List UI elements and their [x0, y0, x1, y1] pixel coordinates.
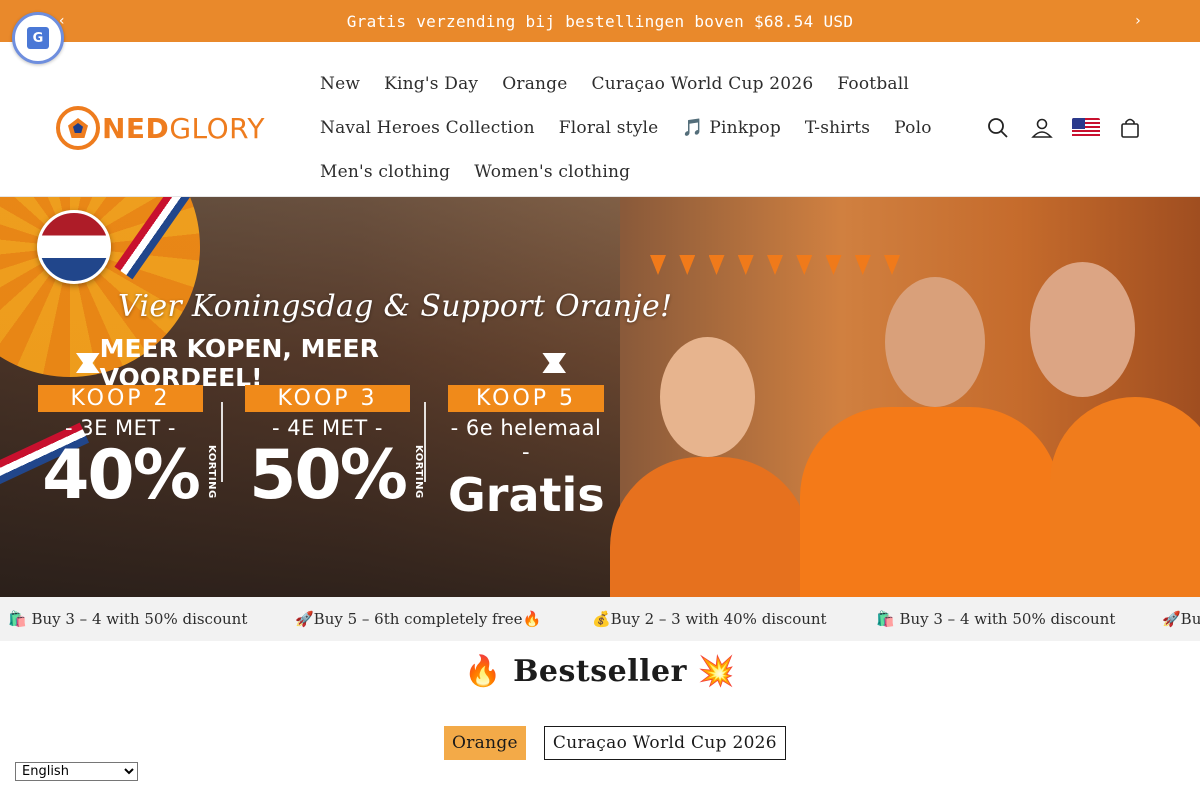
main-nav: New King's Day Orange Curaçao World Cup … — [308, 62, 931, 194]
hero-banner[interactable]: Vier Koningsdag & Support Oranje! MEER K… — [0, 197, 1200, 597]
nav-row-2: Naval Heroes Collection Floral style 🎵 P… — [308, 106, 931, 150]
nav-item-polo[interactable]: Polo — [882, 118, 943, 138]
nav-item-mens-clothing[interactable]: Men's clothing — [308, 162, 462, 182]
nav-item-orange[interactable]: Orange — [490, 74, 579, 94]
marquee-item: 🛍️ Buy 3 – 4 with 50% discount — [8, 610, 248, 628]
offer-koop-5: KOOP 5 - 6e helemaal - Gratis — [448, 385, 605, 522]
us-flag-icon[interactable] — [1068, 110, 1104, 146]
hero-script-line: Vier Koningsdag & Support Oranje! — [118, 289, 673, 324]
marquee-item: 🛍️ Buy 3 – 4 with 50% discount — [876, 610, 1116, 628]
nav-item-curacao-world-cup[interactable]: Curaçao World Cup 2026 — [580, 74, 826, 94]
site-header: NEDGLORY New King's Day Orange Curaçao W… — [0, 42, 1200, 197]
nav-row-3: Men's clothing Women's clothing — [308, 150, 928, 194]
announcement-bar: ‹ Gratis verzending bij bestellingen bov… — [0, 0, 1200, 42]
nav-item-football[interactable]: Football — [825, 74, 921, 94]
nav-item-t-shirts[interactable]: T-shirts — [793, 118, 882, 138]
nav-item-new[interactable]: New — [308, 74, 372, 94]
tab-orange[interactable]: Orange — [444, 726, 526, 760]
announcement-text: Gratis verzending bij bestellingen boven… — [346, 11, 854, 31]
netherlands-flag-badge — [37, 210, 111, 284]
offer-koop-3: KOOP 3 - 4E MET - 50% KORTING — [245, 385, 424, 512]
nav-item-floral-style[interactable]: Floral style — [547, 118, 671, 138]
tab-curacao-world-cup[interactable]: Curaçao World Cup 2026 — [543, 726, 786, 760]
marquee-item: 🚀Buy 5 – 6th completely free🔥 — [295, 610, 542, 628]
pennant-icon — [76, 353, 100, 373]
offer-koop-2: KOOP 2 - 3E MET - 40% KORTING — [38, 385, 217, 512]
language-select[interactable]: English — [15, 762, 138, 781]
nav-row-1: New King's Day Orange Curaçao World Cup … — [308, 62, 928, 106]
logo-wordmark: NEDGLORY — [102, 111, 265, 145]
offer-divider — [221, 402, 223, 482]
hero-headline: MEER KOPEN, MEER VOORDEEL! — [76, 334, 567, 392]
cart-icon[interactable] — [1112, 110, 1148, 146]
collection-tabs: Orange Curaçao World Cup 2026 — [444, 726, 786, 760]
logo[interactable]: NEDGLORY — [56, 106, 265, 150]
promo-marquee: 🛍️ Buy 3 – 4 with 50% discount 🚀Buy 5 – … — [0, 597, 1200, 641]
search-icon[interactable] — [980, 110, 1016, 146]
nav-item-pinkpop[interactable]: 🎵 Pinkpop — [670, 118, 793, 138]
header-icons — [980, 110, 1156, 146]
translate-icon[interactable]: G — [12, 12, 64, 64]
nav-item-womens-clothing[interactable]: Women's clothing — [462, 162, 642, 182]
nav-item-kings-day[interactable]: King's Day — [372, 74, 490, 94]
marquee-item: 💰Buy 2 – 3 with 40% discount — [592, 610, 827, 628]
bestseller-heading: 🔥 Bestseller 💥 — [464, 654, 736, 689]
hero-photo-people — [600, 257, 1200, 597]
offer-divider — [424, 402, 426, 482]
account-icon[interactable] — [1024, 110, 1060, 146]
marquee-item: 🚀Bu — [1162, 610, 1200, 628]
nav-item-naval-heroes[interactable]: Naval Heroes Collection — [308, 118, 547, 138]
football-logo-icon — [56, 106, 100, 150]
pennant-icon — [542, 353, 567, 373]
chevron-right-icon[interactable]: › — [1123, 0, 1153, 42]
